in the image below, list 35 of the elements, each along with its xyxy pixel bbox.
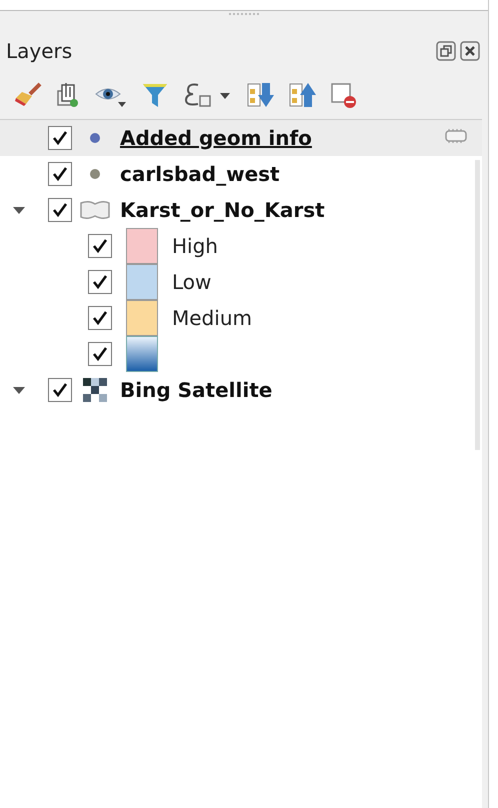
raster-icon — [83, 378, 107, 402]
checkbox[interactable] — [48, 162, 72, 186]
checkbox[interactable] — [88, 306, 112, 330]
selected-row[interactable]: Added geom info — [0, 120, 482, 156]
layer-name: Added geom info — [120, 126, 312, 150]
legend-label: High — [172, 234, 218, 258]
splitter-handle[interactable] — [229, 13, 259, 15]
checkmark-icon — [92, 238, 108, 254]
checkbox[interactable] — [88, 270, 112, 294]
checkmark-icon — [52, 382, 68, 398]
polygon-symbol-icon — [79, 199, 111, 221]
layer-name: Karst_or_No_Karst — [120, 198, 325, 222]
checkbox[interactable] — [48, 198, 72, 222]
close-icon[interactable] — [460, 41, 480, 61]
checkmark-icon — [92, 274, 108, 290]
checkmark-icon — [52, 130, 68, 146]
checkbox[interactable] — [48, 378, 72, 402]
layer-name: carlsbad_west — [120, 162, 280, 186]
legend-label: Medium — [172, 306, 252, 330]
expand-arrow-icon[interactable] — [12, 205, 26, 215]
checkbox[interactable] — [48, 126, 72, 150]
expand-arrow-icon[interactable] — [12, 385, 26, 395]
layer-name: Bing Satellite — [120, 378, 272, 402]
checkmark-icon — [92, 310, 108, 326]
checkmark-icon — [92, 346, 108, 362]
legend-label: Low — [172, 270, 212, 294]
indicator-icon[interactable] — [444, 127, 468, 145]
color-ramp — [126, 336, 158, 372]
float-icon[interactable] — [436, 41, 456, 61]
checkbox[interactable] — [88, 342, 112, 366]
checkmark-icon — [52, 166, 68, 182]
checkbox[interactable] — [88, 234, 112, 258]
panel-title: Layers — [6, 39, 74, 63]
checkmark-icon — [52, 202, 68, 218]
scrollbar[interactable] — [475, 160, 480, 450]
